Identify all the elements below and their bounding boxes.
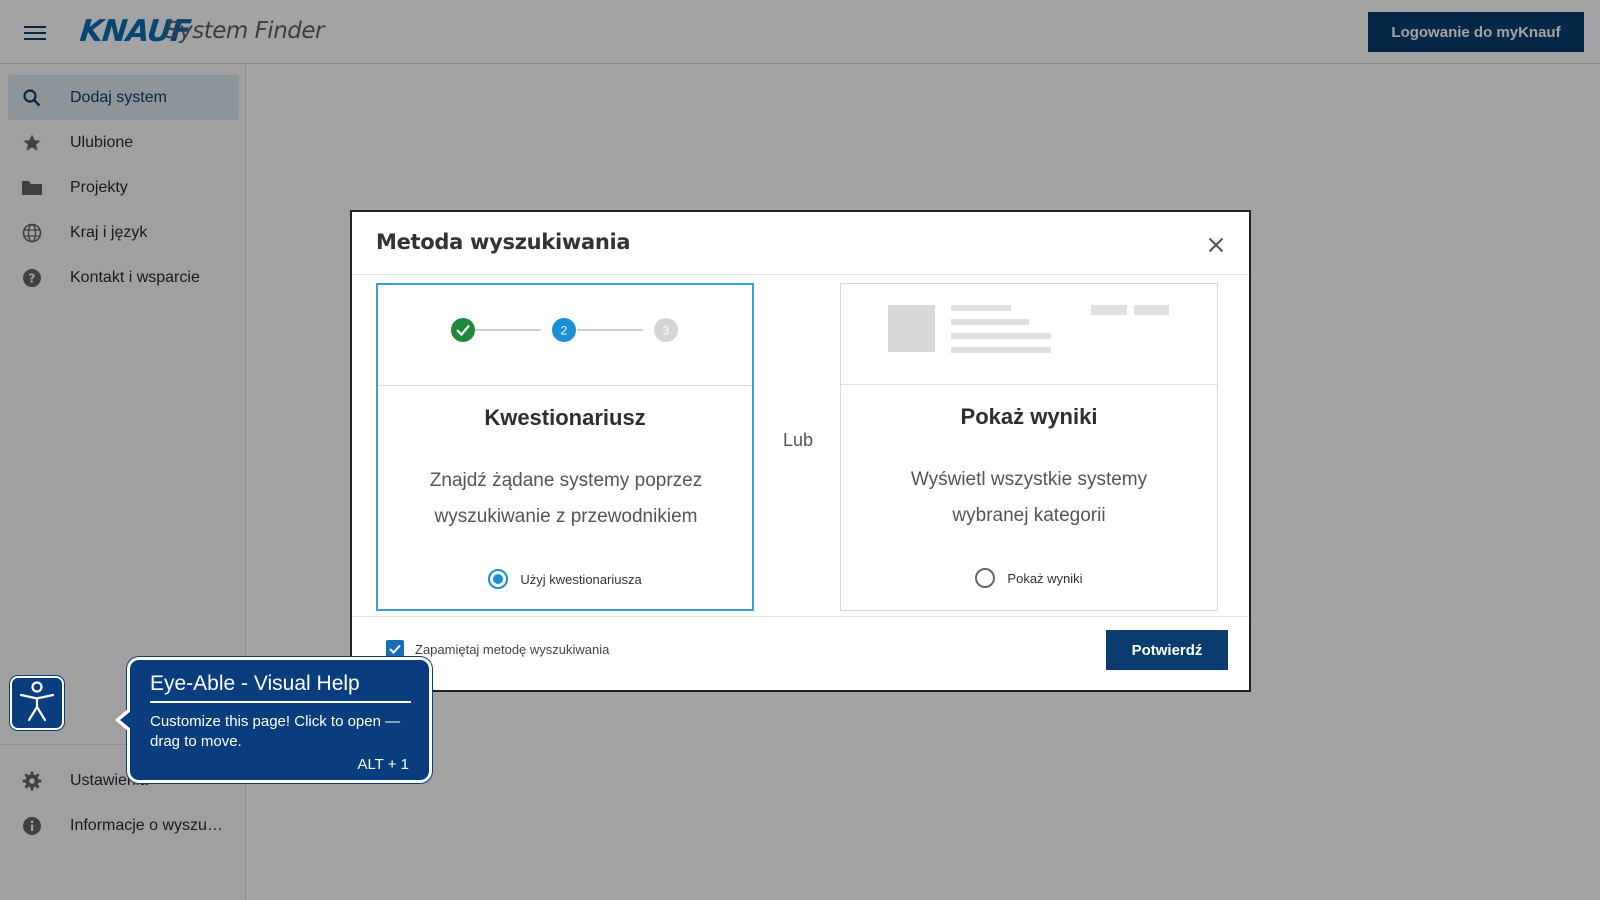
tooltip-text: Customize this page! Click to open — dra… — [150, 713, 401, 750]
remember-label: Zapamiętaj metodę wyszukiwania — [415, 641, 610, 657]
radio-selected-icon[interactable] — [488, 569, 509, 589]
dialog-divider — [352, 616, 1249, 617]
results-illustration — [841, 284, 1217, 385]
or-separator: Lub — [782, 430, 814, 450]
option-card-questionnaire[interactable]: 2 3 Kwestionariusz Znajdź żądane systemy… — [376, 283, 754, 611]
confirm-button[interactable]: Potwierdź — [1106, 630, 1228, 670]
tooltip-shortcut: ALT + 1 — [357, 756, 409, 773]
step-3-label: 3 — [663, 324, 670, 338]
close-icon[interactable] — [1203, 232, 1229, 258]
accessibility-icon — [18, 680, 56, 727]
option-title: Kwestionariusz — [484, 405, 646, 430]
radio-label: Użyj kwestionariusza — [520, 571, 642, 587]
option-description: Wyświetl wszystkie systemy wybranej kate… — [910, 469, 1148, 526]
remember-method-checkbox[interactable]: Zapamiętaj metodę wyszukiwania — [386, 640, 609, 658]
radio-unselected-icon[interactable] — [975, 568, 996, 588]
option-card-show-results[interactable]: Pokaż wyniki Wyświetl wszystkie systemy … — [840, 283, 1218, 611]
checkbox-checked-icon[interactable] — [386, 640, 404, 658]
check-step-icon — [451, 318, 475, 342]
stepper-illustration: 2 3 — [378, 285, 752, 386]
option-title: Pokaż wyniki — [960, 404, 1098, 429]
dialog-title: Metoda wyszukiwania — [376, 230, 631, 254]
eye-able-button[interactable] — [10, 676, 64, 730]
show-results-radio[interactable]: Pokaż wyniki — [841, 568, 1217, 588]
radio-label: Pokaż wyniki — [1007, 570, 1083, 586]
tooltip-divider — [150, 701, 411, 703]
eye-able-tooltip[interactable]: Eye-Able - Visual Help Customize this pa… — [115, 657, 432, 783]
tooltip-title: Eye-Able - Visual Help — [150, 672, 360, 695]
dialog-divider — [352, 274, 1249, 275]
search-method-dialog: Metoda wyszukiwania 2 3 Kwestionariusz Z… — [350, 210, 1251, 692]
step-2-label: 2 — [561, 324, 568, 338]
option-description: Znajdź żądane systemy poprzez wyszukiwan… — [429, 470, 703, 527]
questionnaire-radio[interactable]: Użyj kwestionariusza — [378, 569, 752, 589]
